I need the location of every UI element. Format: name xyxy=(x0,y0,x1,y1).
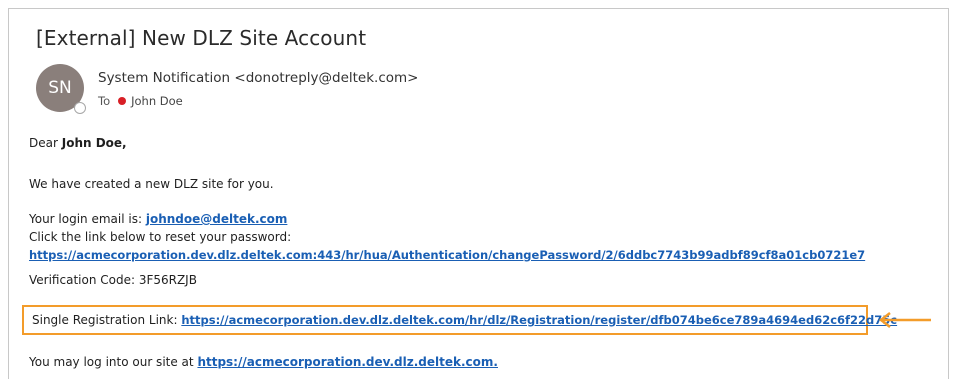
greeting: Dear John Doe, xyxy=(29,136,127,150)
login-email-link[interactable]: johndoe@deltek.com xyxy=(146,212,288,226)
presence-dot-icon xyxy=(118,97,127,105)
greeting-name: John Doe, xyxy=(61,136,127,150)
registration-line: Single Registration Link: https://acmeco… xyxy=(32,313,897,327)
recipient-name[interactable]: John Doe xyxy=(131,94,183,108)
login-email-line: Your login email is: johndoe@deltek.com xyxy=(29,212,287,226)
login-email-label: Your login email is: xyxy=(29,212,143,226)
arrow-left-icon xyxy=(878,312,931,328)
reset-link-line: https://acmecorporation.dev.dlz.deltek.c… xyxy=(29,248,865,262)
presence-status-icon xyxy=(74,102,86,114)
email-subject: [External] New DLZ Site Account xyxy=(36,26,367,50)
reset-instruction: Click the link below to reset your passw… xyxy=(29,230,292,244)
sender-line[interactable]: System Notification <donotreply@deltek.c… xyxy=(98,70,418,86)
login-site-line: You may log into our site at https://acm… xyxy=(29,355,498,369)
greeting-prefix: Dear xyxy=(29,136,62,150)
registration-link[interactable]: https://acmecorporation.dev.dlz.deltek.c… xyxy=(181,313,897,327)
to-label: To xyxy=(98,94,111,108)
verification-code: Verification Code: 3F56RZJB xyxy=(29,273,197,287)
reset-password-link[interactable]: https://acmecorporation.dev.dlz.deltek.c… xyxy=(29,248,865,262)
registration-label: Single Registration Link: xyxy=(32,313,178,327)
avatar-initials: SN xyxy=(48,78,72,98)
login-site-text: You may log into our site at xyxy=(29,355,194,369)
login-site-link[interactable]: https://acmecorporation.dev.dlz.deltek.c… xyxy=(197,355,498,369)
recipient-line: To John Doe xyxy=(98,94,183,108)
created-message: We have created a new DLZ site for you. xyxy=(29,177,274,191)
